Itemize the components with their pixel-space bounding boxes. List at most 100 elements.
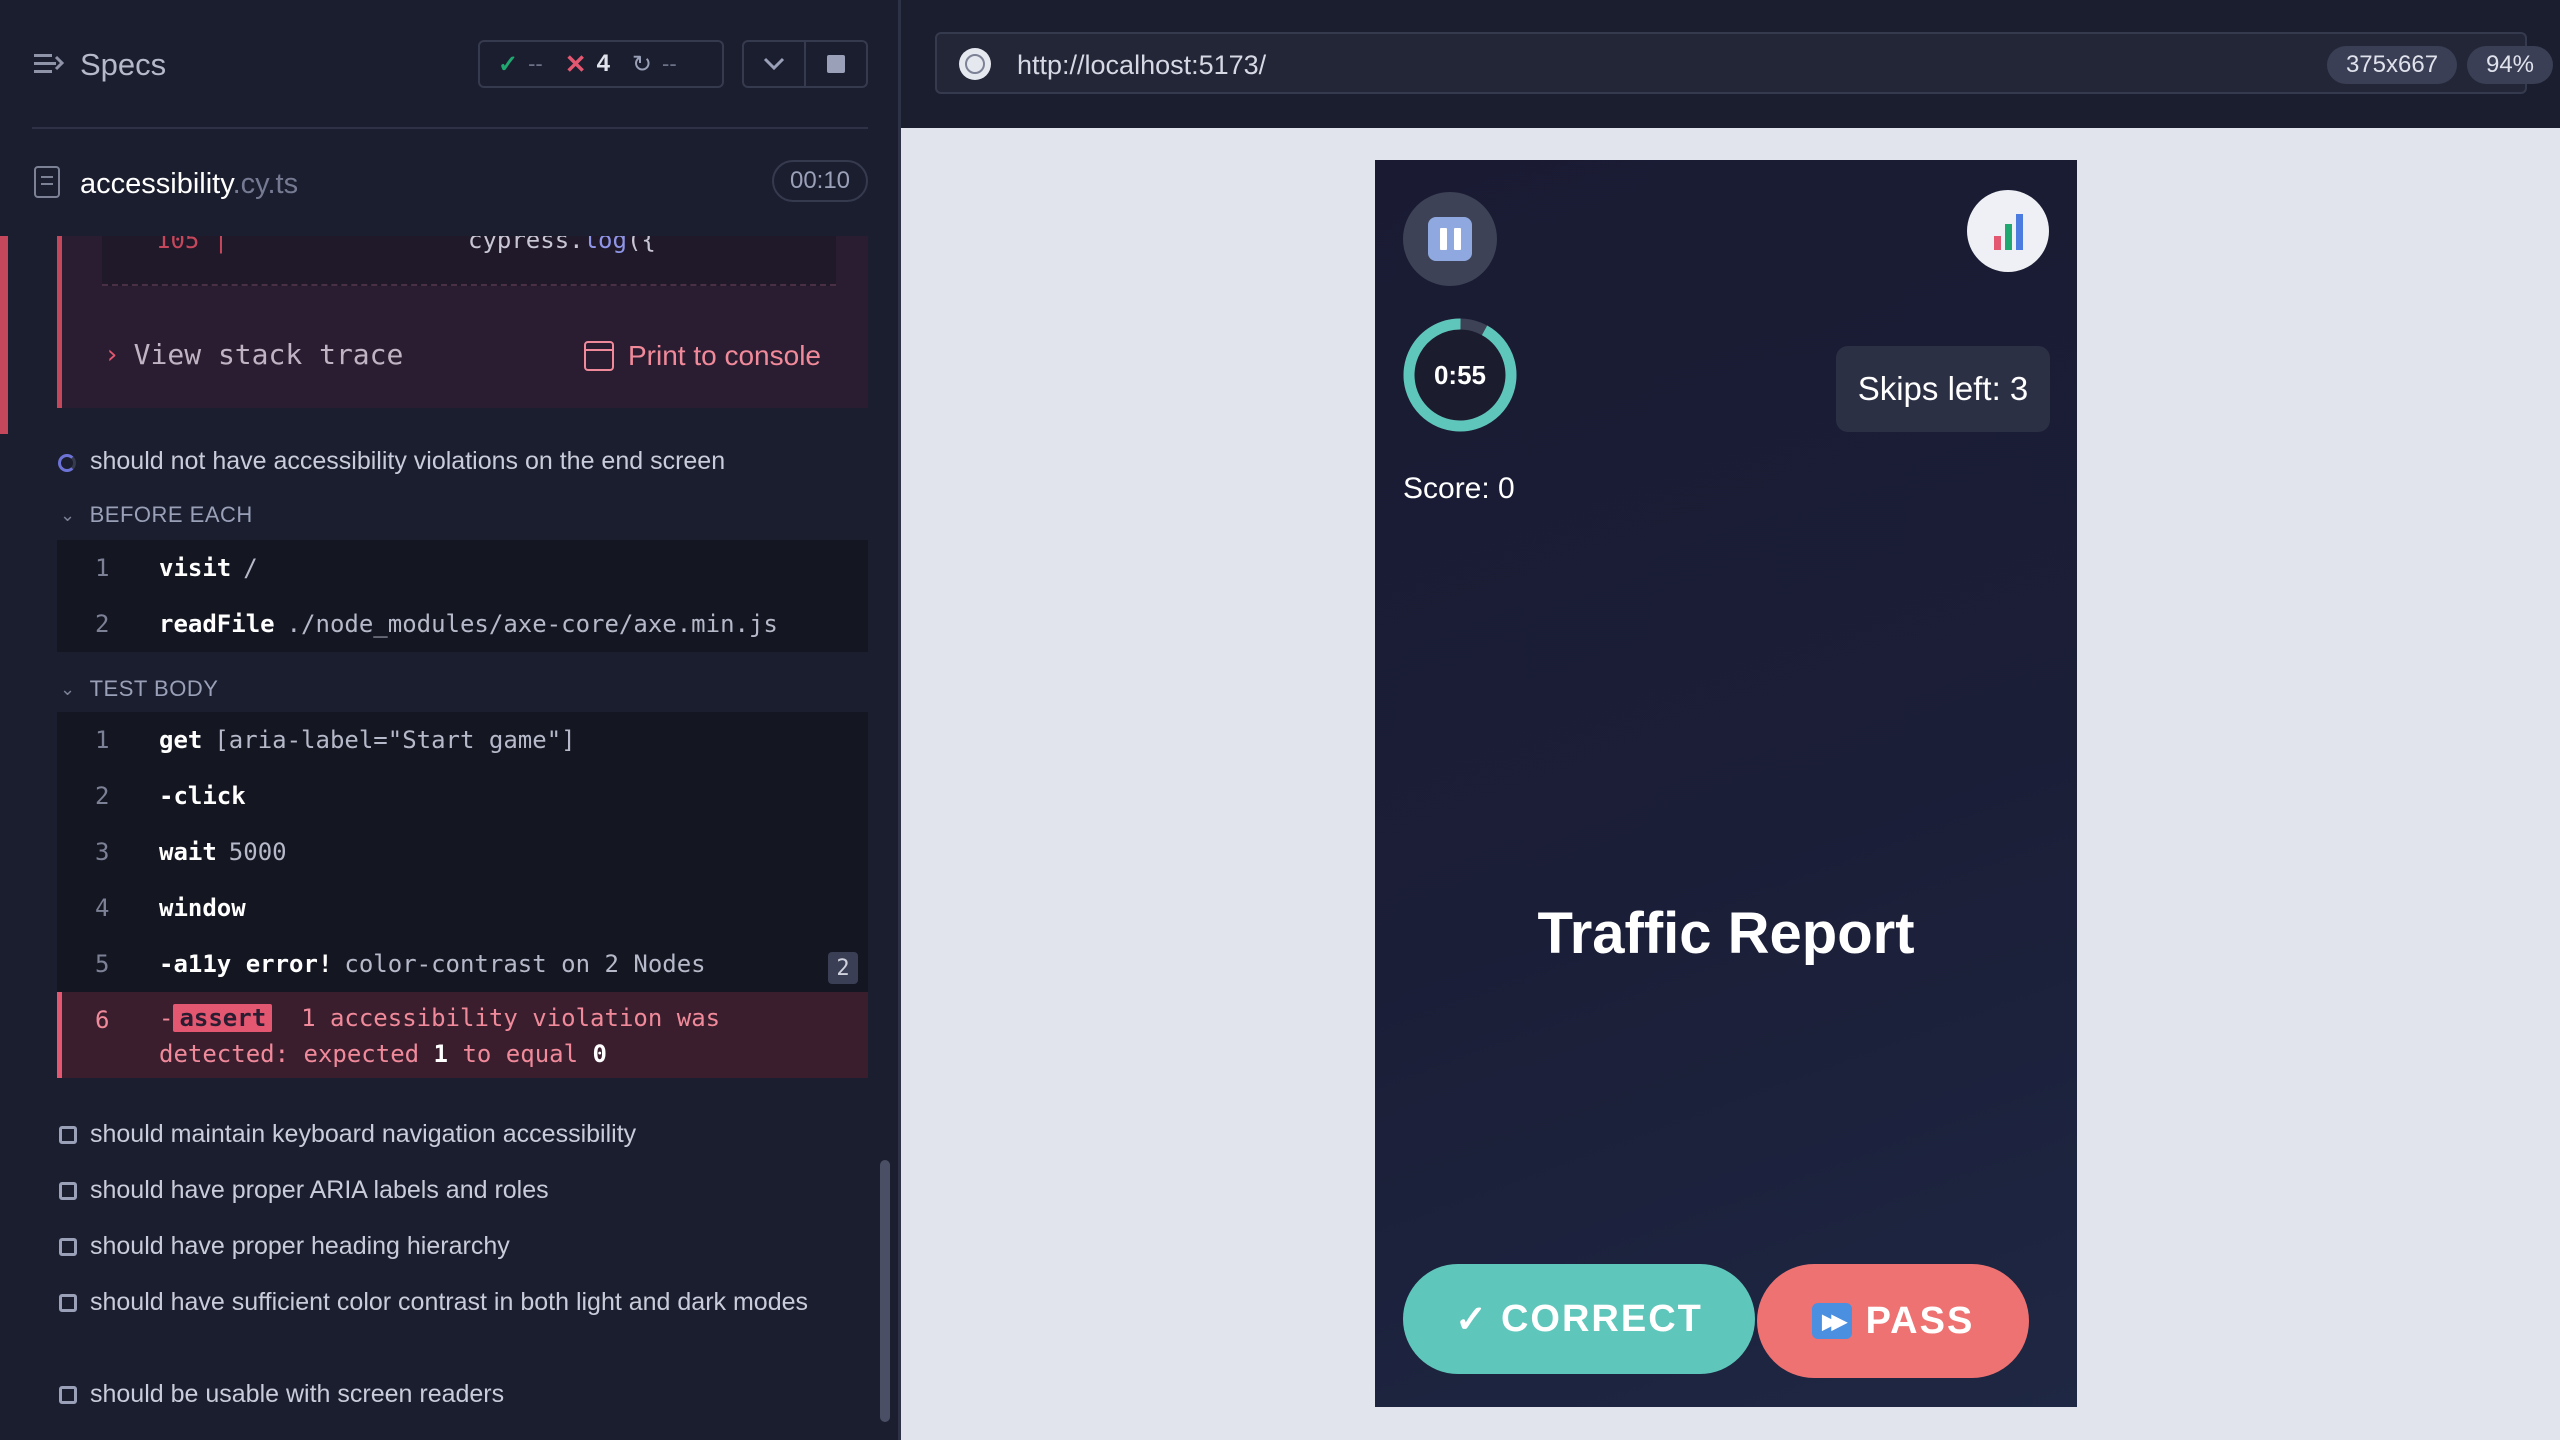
pending-spinner-icon: ↻ — [631, 50, 653, 78]
test-body-commands: 1 get [aria-label="Start game"] 2 -click … — [57, 712, 868, 1078]
command-number: 1 — [95, 726, 110, 754]
specs-title[interactable]: Specs — [80, 47, 166, 83]
command-number: 2 — [95, 610, 110, 638]
checkmark-icon: ✓ — [1455, 1298, 1489, 1341]
code-fn: log — [583, 236, 627, 254]
chevron-down-icon: ⌄ — [60, 504, 76, 525]
pending-test-icon — [59, 1182, 77, 1200]
command-text: window — [159, 894, 246, 922]
aut-header: http://localhost:5173/ 375x667 94% — [901, 0, 2560, 128]
timer-text: 0:55 — [1433, 359, 1487, 390]
code-prefix: cypress. — [468, 236, 584, 254]
command-name: get — [159, 726, 203, 754]
pending-test-icon — [59, 1126, 77, 1144]
reporter-panel: Specs ✓ -- ✕ 4 ↻ -- accessibility.cy.ts … — [0, 0, 898, 1440]
command-number: 6 — [95, 1006, 110, 1034]
file-ext: .cy.ts — [232, 168, 299, 200]
test-stats: ✓ -- ✕ 4 ↻ -- — [478, 40, 724, 88]
command-row[interactable]: 2 readFile ./node_modules/axe-core/axe.mi… — [57, 596, 868, 652]
print-to-console-button[interactable]: Print to console — [584, 340, 821, 372]
command-number: 2 — [95, 782, 110, 810]
correct-label: CORRECT — [1500, 1297, 1703, 1340]
correct-button[interactable]: ✓ CORRECT — [1403, 1264, 1755, 1374]
current-word: Traffic Report — [1537, 901, 1915, 966]
code-line-number: 105 | — [156, 236, 229, 254]
file-name: accessibility — [80, 168, 233, 200]
divider — [32, 127, 868, 129]
command-name: wait — [159, 838, 217, 866]
specs-list-icon[interactable] — [32, 48, 64, 80]
before-each-header[interactable]: ⌄ BEFORE EACH — [60, 502, 253, 528]
command-row[interactable]: 4 window — [57, 880, 868, 936]
stat-pending: ↻ -- — [632, 50, 677, 79]
command-arg: color-contrast on 2 Nodes — [344, 950, 706, 978]
command-text: wait 5000 — [159, 838, 287, 866]
command-number: 1 — [95, 554, 110, 582]
pending-test-icon — [59, 1294, 77, 1312]
spec-file-name: accessibility.cy.ts — [80, 168, 298, 201]
test-title[interactable]: should be usable with screen readers — [90, 1376, 504, 1412]
pending-test-icon — [59, 1386, 77, 1404]
skips-left-badge: Skips left: 3 — [1836, 346, 2050, 432]
app-preview: 0:55 Skips left: 3 Score: 0 Traffic Repo… — [1375, 160, 2077, 1407]
command-row[interactable]: 1 get [aria-label="Start game"] — [57, 712, 868, 768]
test-body-header[interactable]: ⌄ TEST BODY — [60, 676, 218, 702]
panel-resize-handle[interactable] — [898, 0, 901, 1440]
command-arg: ./node_modules/axe-core/axe.min.js — [286, 610, 778, 638]
command-row[interactable]: 1 visit / — [57, 540, 868, 596]
score-label: Score: 0 — [1403, 472, 1515, 505]
command-row[interactable]: 3 wait 5000 — [57, 824, 868, 880]
command-text: readFile ./node_modules/axe-core/axe.min.… — [159, 610, 778, 638]
command-arg: / — [243, 554, 258, 582]
pause-button[interactable] — [1403, 192, 1497, 286]
passed-count: -- — [528, 51, 543, 76]
command-arg: [aria-label="Start game"] — [214, 726, 576, 754]
test-title[interactable]: should have proper ARIA labels and roles — [90, 1172, 549, 1208]
view-stack-trace-toggle[interactable]: › View stack trace — [104, 338, 403, 371]
command-name: readFile — [159, 610, 275, 638]
spec-file-row[interactable]: accessibility.cy.ts 00:10 — [0, 150, 898, 216]
zoom-badge[interactable]: 94% — [2467, 46, 2553, 84]
view-stack-trace-label: View stack trace — [133, 338, 404, 371]
reporter-scrollbar[interactable] — [880, 1160, 890, 1422]
test-body-label: TEST BODY — [89, 676, 219, 701]
failed-command-row[interactable]: 6 - assert 1 accessibility violation was d… — [57, 992, 868, 1078]
stats-button[interactable] — [1967, 190, 2049, 272]
reporter-header: Specs ✓ -- ✕ 4 ↻ -- — [0, 0, 898, 128]
test-title[interactable]: should have sufficient color contrast in… — [90, 1284, 810, 1320]
failed-test-indicator — [0, 236, 8, 434]
pending-count: -- — [662, 51, 677, 76]
command-text: -a11y error! color-contrast on 2 Nodes — [159, 950, 706, 978]
command-text: -click — [159, 782, 246, 810]
test-title[interactable]: should have proper heading hierarchy — [90, 1228, 510, 1264]
command-name: -click — [159, 782, 246, 810]
error-block: 105 | cypress.log({ › View stack trace P… — [57, 236, 868, 408]
command-text: get [aria-label="Start game"] — [159, 726, 576, 754]
viewport-size-badge[interactable]: 375x667 — [2327, 46, 2457, 84]
stat-passed: ✓ -- — [498, 50, 543, 79]
print-to-console-label: Print to console — [628, 340, 821, 371]
test-title-end-screen[interactable]: should not have accessibility violations… — [90, 443, 725, 479]
node-count-badge: 2 — [828, 952, 858, 984]
url-text: http://localhost:5173/ — [1017, 50, 1267, 80]
assert-tag: assert — [173, 1004, 273, 1032]
assert-actual: 1 — [433, 1040, 448, 1068]
stop-button[interactable] — [804, 42, 866, 86]
run-controls — [742, 40, 868, 88]
globe-icon — [959, 48, 991, 80]
document-icon — [34, 166, 60, 198]
command-row[interactable]: 2 -click — [57, 768, 868, 824]
pass-button[interactable]: ▶▶ PASS — [1757, 1264, 2029, 1378]
url-bar[interactable]: http://localhost:5173/ 375x667 94% — [935, 32, 2553, 94]
auto-scroll-button[interactable] — [744, 42, 804, 86]
pending-test-icon — [59, 1238, 77, 1256]
command-name: -a11y error! — [159, 950, 333, 978]
test-title[interactable]: should maintain keyboard navigation acce… — [90, 1116, 636, 1152]
x-icon: ✕ — [564, 48, 587, 79]
code-suffix: ({ — [626, 236, 656, 254]
command-number: 3 — [95, 838, 110, 866]
command-dash: - — [159, 1004, 174, 1032]
command-text: visit / — [159, 554, 258, 582]
command-row[interactable]: 5 -a11y error! color-contrast on 2 Nodes … — [57, 936, 868, 992]
chevron-down-icon — [763, 57, 785, 71]
